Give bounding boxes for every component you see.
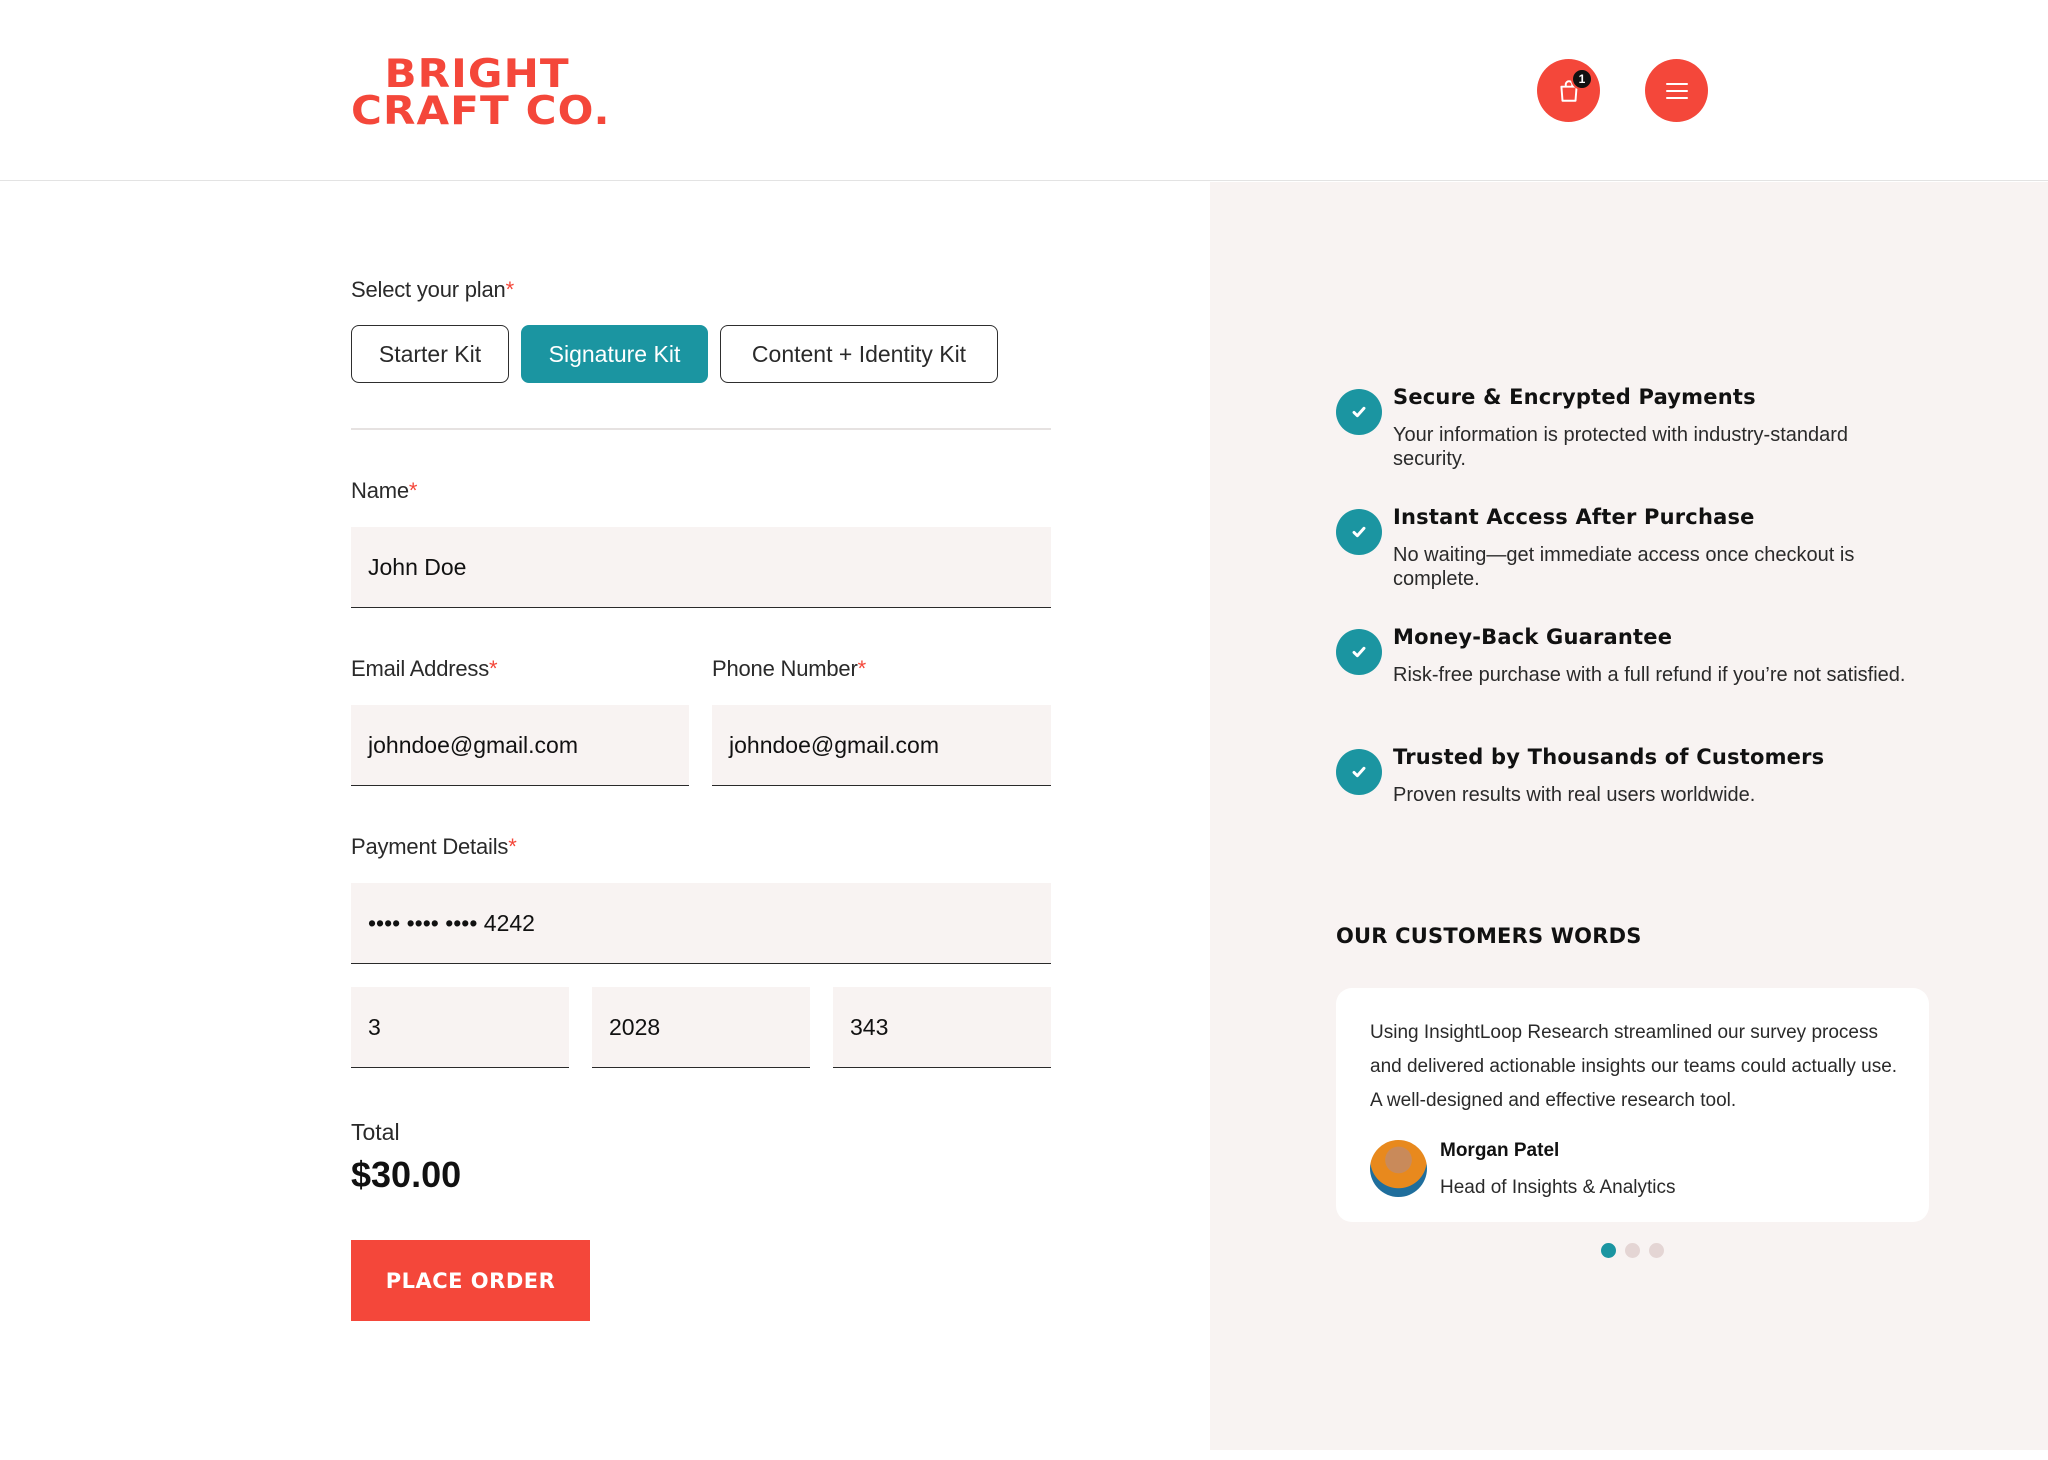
check-icon (1336, 389, 1382, 435)
feature-title: Trusted by Thousands of Customers (1393, 745, 1825, 769)
hamburger-menu-icon (1665, 82, 1688, 99)
plan-option-content-identity-kit[interactable]: Content + Identity Kit (720, 325, 998, 383)
testimonial-role: Head of Insights & Analytics (1440, 1177, 1676, 1198)
carousel-dot[interactable] (1649, 1243, 1664, 1258)
feature-description: Risk-free purchase with a full refund if… (1393, 664, 1906, 686)
check-icon (1336, 749, 1382, 795)
avatar (1370, 1140, 1427, 1197)
place-order-button[interactable]: PLACE ORDER (351, 1240, 590, 1321)
check-icon (1336, 509, 1382, 555)
payment-label: Payment Details* (351, 834, 517, 859)
carousel-dot[interactable] (1601, 1243, 1616, 1258)
plan-label: Select your plan* (351, 277, 514, 302)
brand-logo-line2: CRAFT CO. (351, 89, 611, 134)
phone-field[interactable]: johndoe@gmail.com (712, 705, 1051, 786)
card-number-field[interactable]: •••• •••• •••• 4242 (351, 883, 1051, 964)
brand-logo[interactable]: BRIGHT CRAFT CO. (351, 52, 611, 134)
feature-description: Your information is protected with indus… (1393, 424, 1849, 470)
brand-logo-line1: BRIGHT (384, 52, 570, 97)
name-label: Name* (351, 478, 418, 503)
plan-option-starter-kit[interactable]: Starter Kit (351, 325, 509, 383)
feature-description: No waiting—get immediate access once che… (1393, 544, 1855, 590)
testimonials-heading: OUR CUSTOMERS WORDS (1336, 924, 1642, 948)
cart-button[interactable]: 1 (1537, 59, 1600, 122)
expiry-month-field[interactable]: 3 (351, 987, 569, 1068)
cart-count-badge: 1 (1571, 68, 1593, 90)
testimonial-quote: Using InsightLoop Research streamlined o… (1370, 1022, 1898, 1111)
plan-option-signature-kit[interactable]: Signature Kit (521, 325, 708, 383)
testimonial-author: Morgan Patel (1440, 1140, 1560, 1161)
carousel-dots (1601, 1243, 1664, 1258)
benefits-panel (1210, 182, 2048, 1450)
menu-button[interactable] (1645, 59, 1708, 122)
phone-label: Phone Number* (712, 656, 866, 681)
email-label: Email Address* (351, 656, 498, 681)
form-divider (351, 428, 1051, 430)
total-label: Total (351, 1119, 400, 1145)
feature-title: Instant Access After Purchase (1393, 505, 1755, 529)
carousel-dot[interactable] (1625, 1243, 1640, 1258)
feature-description: Proven results with real users worldwide… (1393, 784, 1756, 806)
check-icon (1336, 629, 1382, 675)
name-field[interactable]: John Doe (351, 527, 1051, 608)
site-header: BRIGHT CRAFT CO. 1 (0, 0, 2048, 181)
total-amount: $30.00 (351, 1154, 462, 1195)
cvc-field[interactable]: 343 (833, 987, 1051, 1068)
feature-title: Secure & Encrypted Payments (1393, 385, 1756, 409)
feature-title: Money-Back Guarantee (1393, 625, 1673, 649)
testimonial-card: Using InsightLoop Research streamlined o… (1336, 988, 1929, 1222)
email-field[interactable]: johndoe@gmail.com (351, 705, 689, 786)
expiry-year-field[interactable]: 2028 (592, 987, 810, 1068)
